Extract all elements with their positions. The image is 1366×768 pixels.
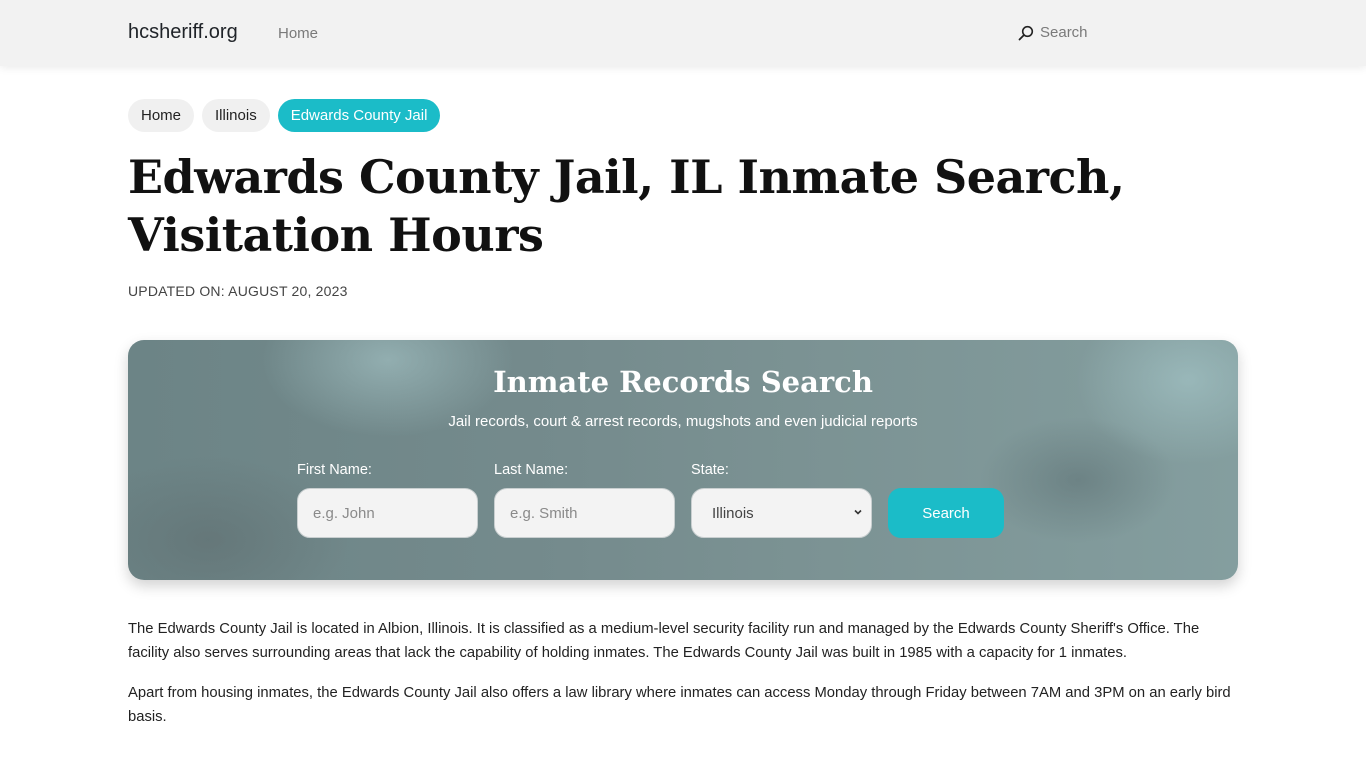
nav-search-label: Search (1040, 24, 1088, 41)
top-navbar: hcsheriff.org Home Search (0, 0, 1366, 66)
breadcrumb-edwards-county-jail[interactable]: Edwards County Jail (277, 99, 441, 132)
search-icon (1018, 25, 1034, 40)
search-panel-title: Inmate Records Search (493, 365, 873, 399)
first-name-input[interactable] (297, 488, 478, 538)
breadcrumb: Home Illinois Edwards County Jail (128, 99, 1238, 132)
last-name-label: Last Name: (494, 462, 569, 478)
inmate-search-panel: Inmate Records Search Jail records, cour… (128, 340, 1238, 580)
breadcrumb-illinois[interactable]: Illinois (202, 99, 270, 132)
updated-date: UPDATED ON: AUGUST 20, 2023 (128, 283, 348, 299)
state-label: State: (691, 462, 729, 478)
last-name-input[interactable] (494, 488, 675, 538)
state-field-group: State: Illinois (691, 462, 872, 538)
state-select[interactable]: Illinois (691, 488, 872, 538)
nav-home-link[interactable]: Home (278, 25, 318, 42)
article-paragraph: Apart from housing inmates, the Edwards … (128, 685, 1231, 725)
search-form: First Name: Last Name: State: Illinois S… (297, 462, 1004, 538)
first-name-field-group: First Name: (297, 462, 478, 538)
page-title: Edwards County Jail, IL Inmate Search, V… (128, 150, 1125, 262)
nav-search-button[interactable]: Search (1018, 24, 1088, 41)
article-body: The Edwards County Jail is located in Al… (128, 617, 1238, 745)
site-brand-link[interactable]: hcsheriff.org (128, 21, 238, 44)
search-panel-subtitle: Jail records, court & arrest records, mu… (448, 413, 918, 430)
article-paragraph: The Edwards County Jail is located in Al… (128, 621, 1200, 661)
last-name-field-group: Last Name: (494, 462, 675, 538)
breadcrumb-home[interactable]: Home (128, 99, 195, 132)
first-name-label: First Name: (297, 462, 372, 478)
search-submit-button[interactable]: Search (888, 488, 1004, 538)
